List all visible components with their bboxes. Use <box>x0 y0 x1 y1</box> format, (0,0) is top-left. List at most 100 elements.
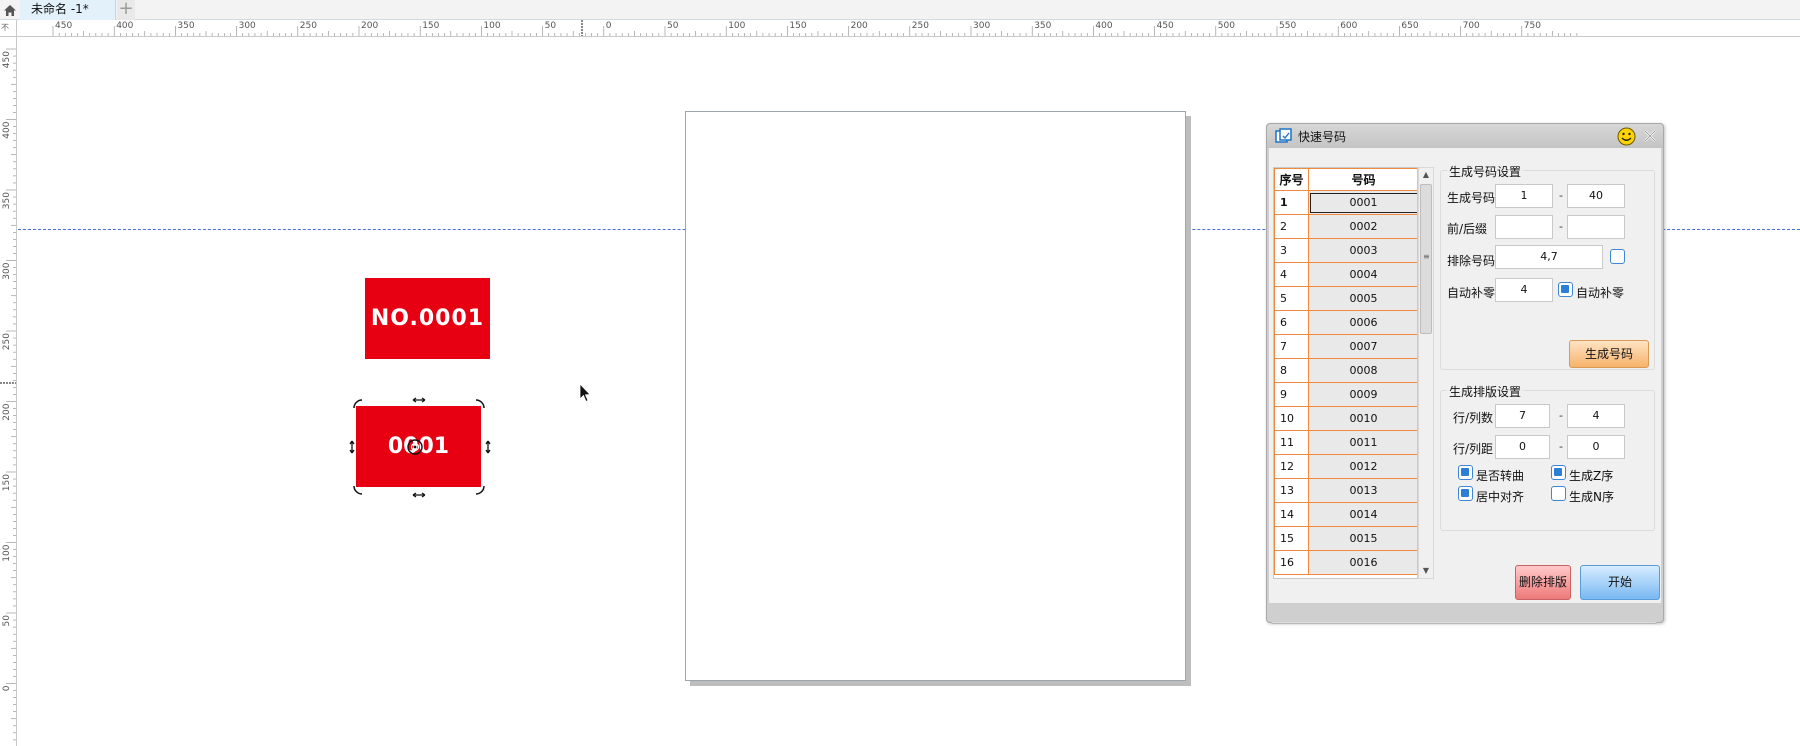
group-title-layout: 生成排版设置 <box>1447 383 1524 400</box>
table-cell-seq[interactable]: 2 <box>1274 214 1309 239</box>
table-cell-code[interactable]: 0001 <box>1308 190 1417 215</box>
table-cell-seq[interactable]: 3 <box>1274 238 1309 263</box>
label-object-no-0001[interactable]: NO.0001 <box>365 278 490 359</box>
table-row[interactable]: 14 0014 <box>1274 502 1417 527</box>
center-align-checkbox[interactable] <box>1458 486 1473 501</box>
table-scrollbar[interactable]: ▲ ≡ ▼ <box>1418 167 1434 579</box>
table-cell-code-text: 0014 <box>1349 508 1378 521</box>
scroll-thumb[interactable]: ≡ <box>1420 184 1432 334</box>
table-row[interactable]: 9 0009 <box>1274 382 1417 407</box>
table-cell-seq[interactable]: 8 <box>1274 358 1309 383</box>
table-cell-seq[interactable]: 11 <box>1274 430 1309 455</box>
design-canvas[interactable]: NO.0001 0001 快速号码 序号 号码 1 0001 2 0002 3 … <box>18 38 1800 746</box>
table-cell-seq[interactable]: 12 <box>1274 454 1309 479</box>
scroll-down-icon[interactable]: ▼ <box>1419 564 1433 578</box>
row-spacing-input[interactable]: 0 <box>1495 435 1550 459</box>
z-order-checkbox[interactable] <box>1551 465 1566 480</box>
skew-handles-icon <box>349 397 491 498</box>
table-cell-code[interactable]: 0003 <box>1308 238 1417 263</box>
table-cell-code[interactable]: 0006 <box>1308 310 1417 335</box>
table-row[interactable]: 8 0008 <box>1274 358 1417 383</box>
close-icon[interactable] <box>1641 127 1659 145</box>
dialog-titlebar[interactable]: 快速号码 <box>1267 124 1663 148</box>
table-header-seq[interactable]: 序号 <box>1274 168 1309 191</box>
table-cell-seq[interactable]: 5 <box>1274 286 1309 311</box>
table-cell-seq[interactable]: 6 <box>1274 310 1309 335</box>
horizontal-ruler[interactable]: 450 400 350 300 250 200 150 100 50 0 50 100 150 200 25… <box>17 20 1800 37</box>
rotation-center-icon <box>407 439 423 455</box>
table-cell-code[interactable]: 0007 <box>1308 334 1417 359</box>
number-table[interactable]: 序号 号码 1 0001 2 0002 3 0003 4 0004 5 0005 6 0006 7 000… <box>1273 167 1418 579</box>
exclude-checkbox[interactable] <box>1610 249 1625 264</box>
generate-number-button[interactable]: 生成号码 <box>1569 340 1649 368</box>
document-tab[interactable]: 未命名 -1* <box>20 0 116 20</box>
table-cell-seq[interactable]: 13 <box>1274 478 1309 503</box>
table-cell-code[interactable]: 0002 <box>1308 214 1417 239</box>
table-cell-code[interactable]: 0010 <box>1308 406 1417 431</box>
table-cell-seq[interactable]: 14 <box>1274 502 1309 527</box>
table-row[interactable]: 6 0006 <box>1274 310 1417 335</box>
table-cell-code[interactable]: 0005 <box>1308 286 1417 311</box>
range-to-input[interactable]: 40 <box>1567 184 1625 208</box>
center-align-checkbox-label[interactable]: 居中对齐 <box>1476 488 1524 505</box>
exclude-input[interactable]: 4,7 <box>1495 245 1603 269</box>
table-row[interactable]: 2 0002 <box>1274 214 1417 239</box>
table-row[interactable]: 12 0012 <box>1274 454 1417 479</box>
table-cell-seq[interactable]: 1 <box>1274 190 1309 215</box>
table-row[interactable]: 16 0016 <box>1274 550 1417 575</box>
table-row[interactable]: 1 0001 <box>1274 190 1417 215</box>
smiley-icon[interactable] <box>1617 127 1636 146</box>
table-cell-code[interactable]: 0008 <box>1308 358 1417 383</box>
table-cell-seq[interactable]: 4 <box>1274 262 1309 287</box>
home-icon[interactable] <box>0 0 20 20</box>
table-row[interactable]: 11 0011 <box>1274 430 1417 455</box>
curve-checkbox-label[interactable]: 是否转曲 <box>1476 467 1524 484</box>
rows-input[interactable]: 7 <box>1495 404 1550 428</box>
print-page[interactable] <box>685 111 1186 681</box>
suffix-input[interactable] <box>1567 215 1625 239</box>
auto-pad-checkbox-label[interactable]: 自动补零 <box>1576 284 1624 301</box>
table-row[interactable]: 4 0004 <box>1274 262 1417 287</box>
table-cell-code-text: 0011 <box>1349 436 1378 449</box>
start-button[interactable]: 开始 <box>1580 565 1660 600</box>
delete-layout-button[interactable]: 删除排版 <box>1515 565 1571 600</box>
table-cell-code[interactable]: 0009 <box>1308 382 1417 407</box>
table-cell-code[interactable]: 0015 <box>1308 526 1417 551</box>
table-row[interactable]: 7 0007 <box>1274 334 1417 359</box>
n-order-checkbox-label[interactable]: 生成N序 <box>1569 488 1614 505</box>
table-cell-seq[interactable]: 10 <box>1274 406 1309 431</box>
table-cell-code[interactable]: 0004 <box>1308 262 1417 287</box>
spacing-dash: - <box>1559 440 1563 453</box>
vertical-ruler[interactable]: 450 400 350 300 250 200 150 100 50 0 <box>0 37 17 746</box>
cols-input[interactable]: 4 <box>1567 404 1625 428</box>
table-row[interactable]: 13 0013 <box>1274 478 1417 503</box>
table-cell-seq[interactable]: 15 <box>1274 526 1309 551</box>
table-row[interactable]: 10 0010 <box>1274 406 1417 431</box>
n-order-checkbox[interactable] <box>1551 486 1566 501</box>
ruler-label: 450 <box>1157 21 1174 31</box>
table-cell-seq[interactable]: 9 <box>1274 382 1309 407</box>
curve-checkbox[interactable] <box>1458 465 1473 480</box>
table-cell-code[interactable]: 0011 <box>1308 430 1417 455</box>
auto-pad-checkbox[interactable] <box>1558 282 1573 297</box>
table-cell-code[interactable]: 0016 <box>1308 550 1417 575</box>
table-cell-seq[interactable]: 16 <box>1274 550 1309 575</box>
table-cell-code-text: 0015 <box>1349 532 1378 545</box>
table-row[interactable]: 5 0005 <box>1274 286 1417 311</box>
scroll-up-icon[interactable]: ▲ <box>1419 168 1433 182</box>
ruler-label: 150 <box>422 21 439 31</box>
z-order-checkbox-label[interactable]: 生成Z序 <box>1569 467 1613 484</box>
table-cell-code[interactable]: 0012 <box>1308 454 1417 479</box>
range-from-input[interactable]: 1 <box>1495 184 1553 208</box>
table-row[interactable]: 15 0015 <box>1274 526 1417 551</box>
prefix-input[interactable] <box>1495 215 1553 239</box>
table-row[interactable]: 3 0003 <box>1274 238 1417 263</box>
table-cell-code[interactable]: 0014 <box>1308 502 1417 527</box>
pad-digits-input[interactable]: 4 <box>1495 278 1553 302</box>
table-cell-seq[interactable]: 7 <box>1274 334 1309 359</box>
table-cell-code[interactable]: 0013 <box>1308 478 1417 503</box>
table-header-code[interactable]: 号码 <box>1308 168 1417 191</box>
col-spacing-input[interactable]: 0 <box>1567 435 1625 459</box>
new-tab-button[interactable]: + <box>117 0 135 20</box>
selection-handles[interactable] <box>344 394 494 500</box>
